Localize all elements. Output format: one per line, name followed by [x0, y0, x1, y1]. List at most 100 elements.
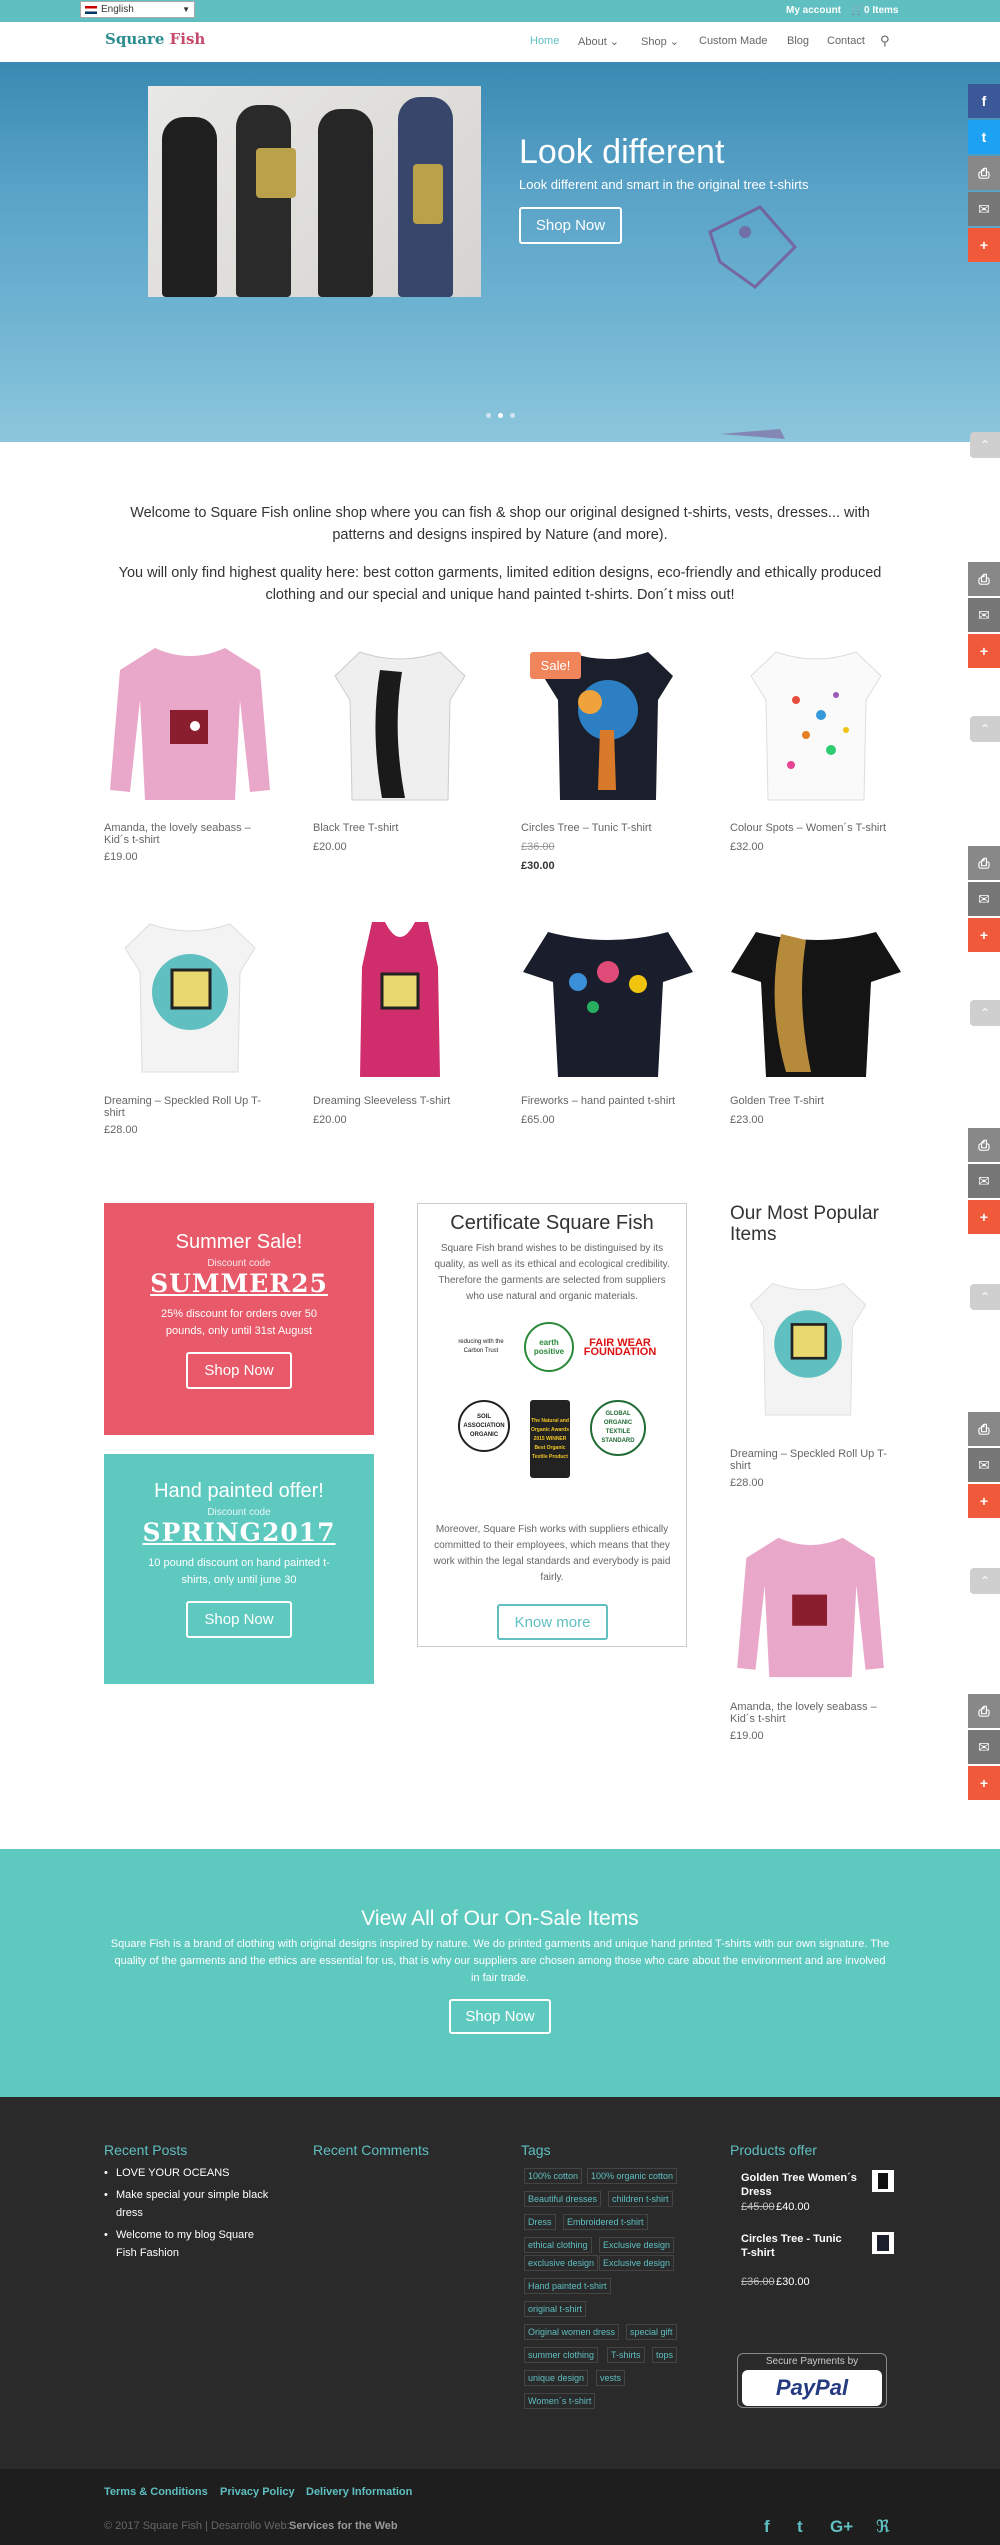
product-name[interactable]: Dreaming Sleeveless T-shirt [313, 1095, 473, 1107]
facebook-share-icon[interactable]: f [968, 84, 1000, 118]
tag-link[interactable]: Exclusive design [599, 2237, 675, 2253]
tag-link[interactable]: children t-shirt [608, 2191, 673, 2207]
tag-link[interactable]: T-shirts [607, 2347, 645, 2363]
tag-link[interactable]: Dress [524, 2214, 556, 2230]
recent-post-link[interactable]: Make special your simple black dress [104, 2186, 274, 2222]
popular-product-name[interactable]: Dreaming – Speckled Roll Up T-shirt [730, 1448, 890, 1472]
tag-link[interactable]: Embroidered t-shirt [563, 2214, 648, 2230]
offer-thumbnail[interactable] [872, 2232, 894, 2254]
tag-link[interactable]: exclusive design [524, 2255, 599, 2271]
product-image[interactable] [310, 912, 490, 1090]
product-image[interactable] [726, 640, 906, 818]
product-name[interactable]: Dreaming – Speckled Roll Up T-shirt [104, 1095, 264, 1119]
product-name[interactable]: Circles Tree – Tunic T-shirt [521, 822, 681, 834]
nav-about[interactable]: About ⌄ [578, 35, 619, 48]
nav-blog[interactable]: Blog [787, 35, 809, 47]
email-icon[interactable]: ✉ [968, 882, 1000, 916]
tag-link[interactable]: Original women dress [524, 2324, 620, 2340]
more-share-icon[interactable]: + [968, 228, 1000, 262]
scroll-top-icon[interactable]: ⌃ [970, 432, 1000, 458]
twitter-icon[interactable]: t [797, 2517, 803, 2537]
email-icon[interactable]: ✉ [968, 1164, 1000, 1198]
rss-icon[interactable]: ℜ [876, 2517, 890, 2537]
scroll-top-icon[interactable]: ⌃ [970, 1000, 1000, 1026]
site-logo[interactable]: Square Fish [105, 30, 205, 48]
tag-link[interactable]: 100% cotton [524, 2168, 583, 2184]
product-image[interactable] [518, 912, 698, 1090]
slider-dot[interactable] [486, 413, 491, 418]
tag-link[interactable]: ethical clothing [524, 2237, 592, 2253]
more-share-icon[interactable]: + [968, 1484, 1000, 1518]
product-name[interactable]: Colour Spots – Women´s T-shirt [730, 822, 890, 834]
offer-thumbnail[interactable] [872, 2170, 894, 2192]
language-select[interactable]: English ▼ [80, 1, 195, 18]
nav-custom-made[interactable]: Custom Made [699, 35, 767, 47]
hero-shop-now-button[interactable]: Shop Now [519, 207, 622, 244]
email-icon[interactable]: ✉ [968, 192, 1000, 226]
tag-link[interactable]: Women´s t-shirt [524, 2393, 596, 2409]
tag-link[interactable]: summer clothing [524, 2347, 599, 2363]
terms-link[interactable]: Terms & Conditions [104, 2486, 208, 2498]
slider-dot[interactable] [510, 413, 515, 418]
cart-icon[interactable]: 🛒 [851, 5, 863, 16]
twitter-share-icon[interactable]: t [968, 120, 1000, 154]
product-name[interactable]: Fireworks – hand painted t-shirt [521, 1095, 681, 1107]
more-share-icon[interactable]: + [968, 1766, 1000, 1800]
product-name[interactable]: Golden Tree T-shirt [730, 1095, 890, 1107]
email-icon[interactable]: ✉ [968, 598, 1000, 632]
more-share-icon[interactable]: + [968, 1200, 1000, 1234]
print-icon[interactable]: ⎙ [968, 156, 1000, 190]
product-image[interactable] [310, 640, 490, 818]
more-share-icon[interactable]: + [968, 634, 1000, 668]
search-icon[interactable]: ⚲ [880, 33, 890, 49]
print-icon[interactable]: ⎙ [968, 846, 1000, 880]
product-name[interactable]: Black Tree T-shirt [313, 822, 473, 834]
print-icon[interactable]: ⎙ [968, 1412, 1000, 1446]
more-share-icon[interactable]: + [968, 918, 1000, 952]
tag-link[interactable]: vests [596, 2370, 626, 2386]
tag-link[interactable]: Exclusive design [599, 2255, 675, 2271]
recent-post-link[interactable]: LOVE YOUR OCEANS [104, 2164, 274, 2182]
nav-contact[interactable]: Contact [827, 35, 865, 47]
fish-illustration [708, 205, 798, 289]
product-image[interactable] [100, 912, 280, 1090]
cart-link[interactable]: 0 Items [864, 5, 898, 16]
offer-product-name[interactable]: Circles Tree - Tunic T-shirt [741, 2232, 851, 2260]
popular-product-name[interactable]: Amanda, the lovely seabass – Kid´s t-shi… [730, 1701, 890, 1725]
delivery-link[interactable]: Delivery Information [306, 2486, 412, 2498]
scroll-top-icon[interactable]: ⌃ [970, 1568, 1000, 1594]
my-account-link[interactable]: My account [786, 5, 841, 16]
credit-link[interactable]: Services for the Web [289, 2520, 398, 2532]
tag-link[interactable]: unique design [524, 2370, 589, 2386]
print-icon[interactable]: ⎙ [968, 562, 1000, 596]
nav-shop[interactable]: Shop ⌄ [641, 35, 679, 48]
tag-link[interactable]: 100% organic cotton [587, 2168, 678, 2184]
facebook-icon[interactable]: f [764, 2517, 770, 2537]
product-image[interactable] [100, 640, 280, 818]
promo-shop-now-button[interactable]: Shop Now [186, 1601, 292, 1638]
email-icon[interactable]: ✉ [968, 1730, 1000, 1764]
tag-link[interactable]: special gift [626, 2324, 677, 2340]
privacy-link[interactable]: Privacy Policy [220, 2486, 295, 2498]
print-icon[interactable]: ⎙ [968, 1694, 1000, 1728]
product-name[interactable]: Amanda, the lovely seabass – Kid´s t-shi… [104, 822, 264, 846]
tag-link[interactable]: tops [652, 2347, 678, 2363]
recent-post-link[interactable]: Welcome to my blog Square Fish Fashion [104, 2226, 274, 2262]
offer-product-name[interactable]: Golden Tree Women´s Dress [741, 2171, 861, 2199]
slider-dot-active[interactable] [498, 413, 503, 418]
know-more-button[interactable]: Know more [497, 1604, 608, 1640]
product-image[interactable] [726, 912, 906, 1090]
print-icon[interactable]: ⎙ [968, 1128, 1000, 1162]
tag-link[interactable]: original t-shirt [524, 2301, 587, 2317]
scroll-top-icon[interactable]: ⌃ [970, 716, 1000, 742]
tag-link[interactable]: Beautiful dresses [524, 2191, 602, 2207]
promo-shop-now-button[interactable]: Shop Now [186, 1352, 292, 1389]
scroll-top-icon[interactable]: ⌃ [970, 1284, 1000, 1310]
on-sale-shop-now-button[interactable]: Shop Now [449, 1999, 551, 2034]
popular-product-image[interactable] [728, 1262, 888, 1442]
popular-product-image[interactable] [728, 1522, 893, 1702]
nav-home[interactable]: Home [530, 35, 559, 47]
tag-link[interactable]: Hand painted t-shirt [524, 2278, 611, 2294]
google-plus-icon[interactable]: G+ [830, 2517, 853, 2537]
email-icon[interactable]: ✉ [968, 1448, 1000, 1482]
